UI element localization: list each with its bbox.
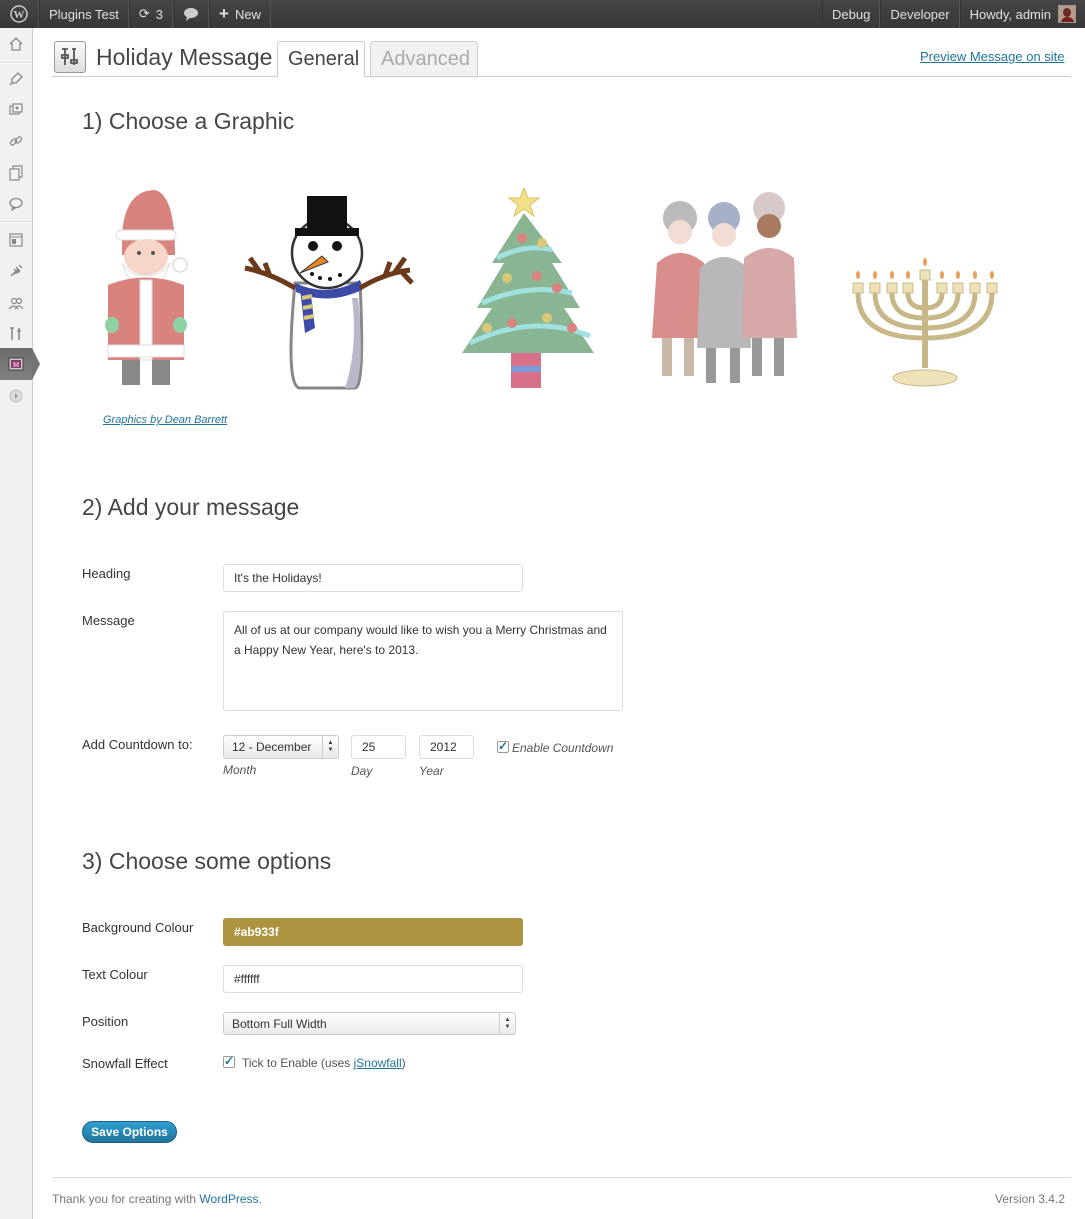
select-arrows-icon: ▲ ▼	[322, 736, 338, 758]
snowfall-suffix: )	[401, 1056, 406, 1070]
month-select[interactable]: 12 - December ▲ ▼	[223, 735, 339, 759]
message-textarea[interactable]: All of us at our company would like to w…	[223, 611, 623, 711]
section-heading-message: 2) Add your message	[82, 494, 300, 520]
checkmark-icon: ✓	[498, 739, 509, 753]
footer-version: Version 3.4.2	[994, 1192, 1065, 1206]
plus-icon: +	[219, 4, 229, 23]
account-link[interactable]: Howdy, admin	[959, 0, 1085, 28]
day-sublabel: Day	[351, 764, 373, 778]
comment-bubble-icon	[184, 8, 198, 21]
month-sublabel: Month	[223, 763, 257, 777]
dashboard-icon[interactable]	[0, 30, 32, 58]
message-label: Message	[82, 613, 135, 628]
position-select[interactable]: Bottom Full Width ▲ ▼	[223, 1012, 516, 1035]
new-label: New	[234, 6, 261, 22]
tab-advanced[interactable]: Advanced	[370, 41, 478, 76]
svg-text:M: M	[13, 362, 19, 369]
checkmark-icon: ✓	[224, 1054, 235, 1068]
media-icon[interactable]	[0, 96, 32, 124]
svg-text:W: W	[14, 9, 25, 21]
text-colour-label: Text Colour	[82, 967, 148, 982]
year-input[interactable]: 2012	[419, 735, 474, 759]
howdy-label: Howdy, admin	[969, 6, 1051, 22]
heading-input[interactable]: It's the Holidays!	[223, 564, 523, 592]
new-content-link[interactable]: + New	[209, 0, 271, 28]
snowfall-text: Tick to Enable (uses	[242, 1056, 354, 1070]
snowfall-label: Snowfall Effect	[82, 1056, 168, 1071]
developer-link[interactable]: Developer	[880, 0, 960, 28]
enable-countdown-checkbox[interactable]: ✓	[497, 739, 509, 753]
footer-thanks-text: Thank you for creating with	[52, 1192, 200, 1206]
tools-icon[interactable]	[0, 320, 32, 348]
snowfall-checkbox[interactable]: ✓	[223, 1054, 235, 1068]
section-heading-options: 3) Choose some options	[82, 848, 332, 874]
avatar	[1058, 5, 1076, 23]
holiday-plugin-icon[interactable]: M	[0, 348, 40, 380]
countdown-label: Add Countdown to:	[82, 737, 193, 752]
appearance-icon[interactable]	[0, 226, 32, 254]
footer-thanks: Thank you for creating with WordPress.	[52, 1192, 262, 1206]
refresh-icon: ⟳	[138, 6, 150, 21]
debug-link[interactable]: Debug	[822, 0, 881, 28]
select-arrows-icon: ▲ ▼	[499, 1013, 515, 1034]
santa-graphic[interactable]	[100, 185, 192, 390]
month-select-value: 12 - December	[232, 740, 312, 754]
pages-icon[interactable]	[0, 159, 32, 187]
christmas-tree-graphic[interactable]	[462, 188, 597, 390]
year-sublabel: Year	[419, 764, 444, 778]
updates-count: 3	[155, 6, 163, 22]
comments-icon[interactable]	[0, 190, 32, 218]
updates-link[interactable]: ⟳ 3	[128, 0, 173, 28]
comments-link[interactable]	[173, 0, 209, 28]
save-options-button[interactable]: Save Options	[82, 1121, 177, 1143]
carolers-graphic[interactable]	[652, 188, 800, 388]
footer-period: .	[258, 1192, 262, 1206]
graphics-credit-link[interactable]: Graphics by Dean Barrett	[103, 414, 227, 426]
collapse-icon[interactable]	[0, 382, 32, 410]
jsnowfall-link[interactable]: jSnowfall	[354, 1056, 402, 1070]
position-select-value: Bottom Full Width	[232, 1016, 327, 1031]
position-label: Position	[82, 1014, 129, 1029]
background-colour-input[interactable]: #ab933f	[223, 918, 523, 946]
section-heading-graphic: 1) Choose a Graphic	[82, 108, 295, 134]
heading-label: Heading	[82, 566, 131, 581]
snowman-graphic[interactable]	[240, 188, 414, 393]
plugin-settings-icon	[54, 41, 86, 73]
text-colour-input[interactable]: #ffffff	[223, 965, 523, 993]
admin-menu: M	[0, 28, 40, 1219]
posts-icon[interactable]	[0, 65, 32, 93]
users-icon[interactable]	[0, 289, 32, 317]
site-name-link[interactable]: Plugins Test	[39, 0, 129, 28]
wordpress-logo-icon[interactable]: W	[0, 0, 39, 28]
links-icon[interactable]	[0, 127, 32, 155]
tab-divider	[52, 76, 1071, 77]
wordpress-link[interactable]: WordPress	[199, 1192, 258, 1206]
menorah-graphic[interactable]	[850, 258, 1000, 390]
page-title: Holiday Message	[96, 44, 273, 70]
plugins-icon[interactable]	[0, 257, 32, 285]
preview-message-link[interactable]: Preview Message on site	[920, 49, 1065, 64]
tab-general[interactable]: General	[277, 41, 365, 77]
admin-bar: W Plugins Test ⟳ 3 + New Debug Developer…	[0, 0, 1085, 28]
snowfall-description: Tick to Enable (uses jSnowfall)	[242, 1056, 406, 1070]
day-input[interactable]: 25	[351, 735, 406, 759]
footer-divider	[52, 1177, 1071, 1178]
background-colour-label: Background Colour	[82, 920, 194, 935]
enable-countdown-label: Enable Countdown	[512, 741, 614, 755]
